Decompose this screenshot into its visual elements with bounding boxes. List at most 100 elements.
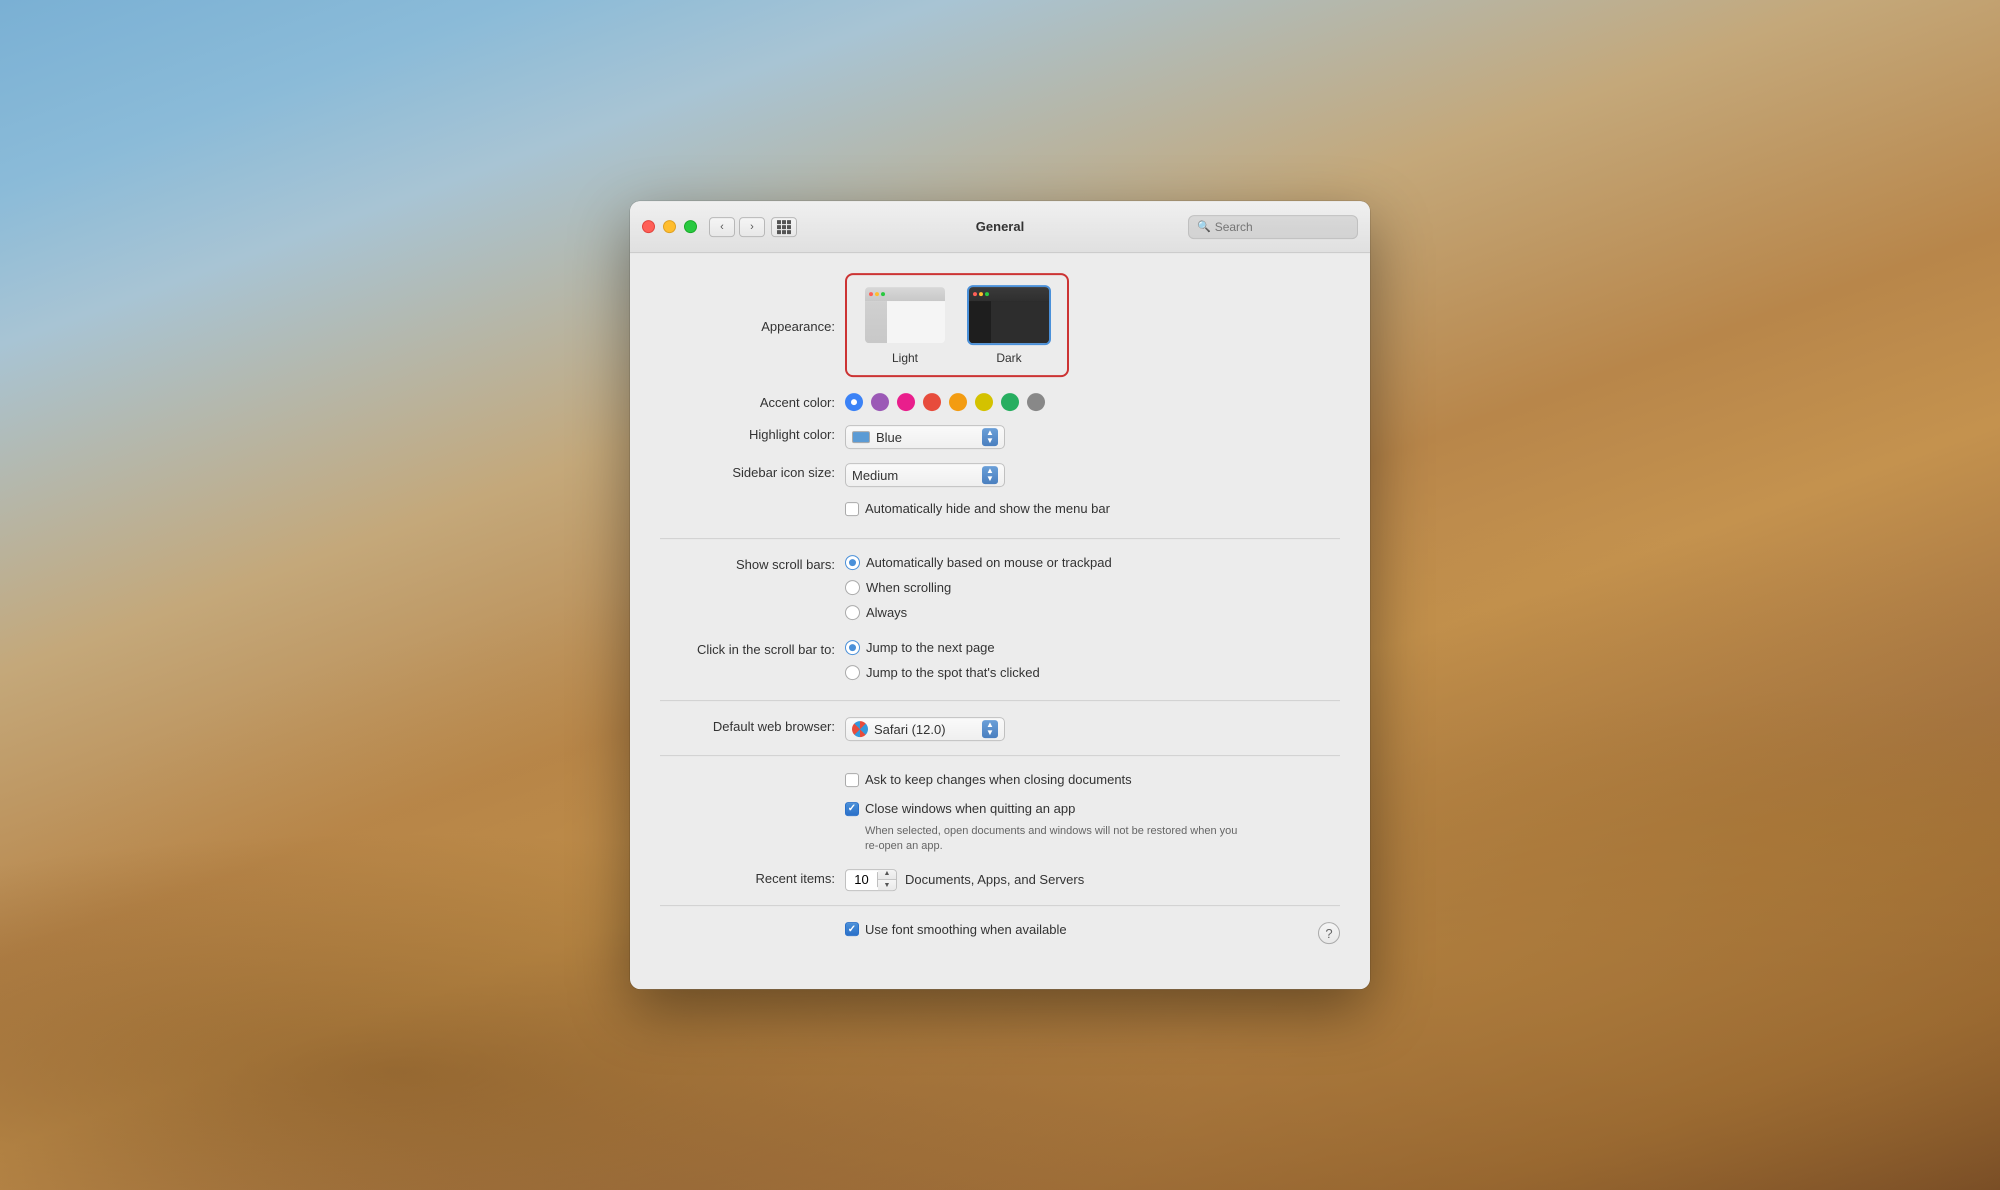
search-input[interactable] xyxy=(1215,220,1370,234)
arrow-down-icon: ▼ xyxy=(986,437,994,445)
accent-pink[interactable] xyxy=(897,393,915,411)
scroll-auto-label: Automatically based on mouse or trackpad xyxy=(866,555,1112,570)
accent-color-label: Accent color: xyxy=(660,393,845,410)
accent-graphite[interactable] xyxy=(1027,393,1045,411)
scroll-auto-radio[interactable] xyxy=(845,555,860,570)
close-windows-checkbox[interactable] xyxy=(845,802,859,816)
help-button[interactable]: ? xyxy=(1318,922,1340,944)
close-windows-label: Close windows when quitting an app xyxy=(865,801,1075,816)
search-bar[interactable]: 🔍 xyxy=(1188,215,1358,239)
ask-changes-checkbox-row: Ask to keep changes when closing documen… xyxy=(845,772,1132,787)
scroll-bars-row: Show scroll bars: Automatically based on… xyxy=(660,555,1340,626)
window-title: General xyxy=(976,219,1024,234)
appearance-option-light[interactable]: Light xyxy=(863,285,947,365)
browser-value: Safari (12.0) xyxy=(874,722,978,737)
recent-items-row: Recent items: 10 ▲ ▼ Documents, Apps, an… xyxy=(660,869,1340,891)
scroll-scrolling-radio[interactable] xyxy=(845,580,860,595)
stepper-down-button[interactable]: ▼ xyxy=(878,880,896,891)
browser-dropdown[interactable]: Safari (12.0) ▲ ▼ xyxy=(845,717,1005,741)
menu-bar-checkbox-row: Automatically hide and show the menu bar xyxy=(845,501,1110,516)
appearance-thumb-dark xyxy=(967,285,1051,345)
scroll-always-row: Always xyxy=(845,605,907,620)
arrow-down-icon: ▼ xyxy=(986,729,994,737)
scroll-click-row: Click in the scroll bar to: Jump to the … xyxy=(660,640,1340,686)
grid-button[interactable] xyxy=(771,217,797,237)
accent-red[interactable] xyxy=(923,393,941,411)
close-windows-group: Close windows when quitting an app When … xyxy=(845,801,1245,855)
grid-icon xyxy=(777,220,791,234)
sidebar-icon-size-control: Medium ▲ ▼ xyxy=(845,463,1340,487)
appearance-selector: Light xyxy=(845,273,1069,377)
scroll-spot-row: Jump to the spot that's clicked xyxy=(845,665,1040,680)
accent-orange[interactable] xyxy=(949,393,967,411)
appearance-thumb-light xyxy=(863,285,947,345)
scroll-click-control: Jump to the next page Jump to the spot t… xyxy=(845,640,1340,686)
minimize-button[interactable] xyxy=(663,220,676,233)
recent-items-control: 10 ▲ ▼ Documents, Apps, and Servers xyxy=(845,869,1340,891)
browser-label: Default web browser: xyxy=(660,717,845,734)
menu-bar-checkbox-label: Automatically hide and show the menu bar xyxy=(865,501,1110,516)
sidebar-icon-size-dropdown[interactable]: Medium ▲ ▼ xyxy=(845,463,1005,487)
traffic-lights xyxy=(642,220,697,233)
scroll-next-page-row: Jump to the next page xyxy=(845,640,995,655)
appearance-dark-label: Dark xyxy=(996,351,1021,365)
ask-changes-checkbox[interactable] xyxy=(845,773,859,787)
scroll-next-page-label: Jump to the next page xyxy=(866,640,995,655)
recent-items-value: 10 xyxy=(846,872,878,887)
menu-bar-label xyxy=(660,501,845,503)
highlight-color-swatch xyxy=(852,431,870,443)
safari-icon xyxy=(852,721,868,737)
divider-2 xyxy=(660,700,1340,701)
forward-icon: › xyxy=(750,221,754,233)
stepper-up-button[interactable]: ▲ xyxy=(878,869,896,880)
scroll-scrolling-label: When scrolling xyxy=(866,580,951,595)
scroll-spot-radio[interactable] xyxy=(845,665,860,680)
ask-changes-label: Ask to keep changes when closing documen… xyxy=(865,772,1132,787)
close-button[interactable] xyxy=(642,220,655,233)
accent-color-control xyxy=(845,393,1340,411)
appearance-label: Appearance: xyxy=(660,317,845,334)
close-windows-checkbox-row: Close windows when quitting an app xyxy=(845,801,1245,816)
scroll-next-page-radio[interactable] xyxy=(845,640,860,655)
ask-changes-row: Ask to keep changes when closing documen… xyxy=(660,772,1340,855)
scroll-bars-control: Automatically based on mouse or trackpad… xyxy=(845,555,1340,626)
font-smoothing-checkbox-row: Use font smoothing when available xyxy=(845,922,1067,937)
scroll-bars-label: Show scroll bars: xyxy=(660,555,845,572)
content-area: Appearance: xyxy=(630,253,1370,989)
highlight-color-label: Highlight color: xyxy=(660,425,845,442)
arrow-down-icon: ▼ xyxy=(986,475,994,483)
highlight-color-value: Blue xyxy=(876,430,978,445)
scroll-click-label: Click in the scroll bar to: xyxy=(660,640,845,657)
divider-1 xyxy=(660,538,1340,539)
forward-button[interactable]: › xyxy=(739,217,765,237)
nav-buttons: ‹ › xyxy=(709,217,765,237)
accent-purple[interactable] xyxy=(871,393,889,411)
accent-green[interactable] xyxy=(1001,393,1019,411)
back-button[interactable]: ‹ xyxy=(709,217,735,237)
accent-yellow[interactable] xyxy=(975,393,993,411)
menu-bar-control: Automatically hide and show the menu bar xyxy=(845,501,1340,524)
sidebar-icon-size-row: Sidebar icon size: Medium ▲ ▼ xyxy=(660,463,1340,487)
stepper-buttons: ▲ ▼ xyxy=(878,869,896,891)
highlight-color-control: Blue ▲ ▼ xyxy=(845,425,1340,449)
close-windows-note: When selected, open documents and window… xyxy=(865,824,1245,855)
font-smoothing-control: Use font smoothing when available ? xyxy=(845,922,1340,945)
divider-4 xyxy=(660,905,1340,906)
divider-3 xyxy=(660,755,1340,756)
appearance-option-dark[interactable]: Dark xyxy=(967,285,1051,365)
titlebar: ‹ › General 🔍 xyxy=(630,201,1370,253)
menu-bar-checkbox[interactable] xyxy=(845,502,859,516)
scroll-always-radio[interactable] xyxy=(845,605,860,620)
accent-blue[interactable] xyxy=(845,393,863,411)
recent-items-suffix: Documents, Apps, and Servers xyxy=(905,872,1084,887)
scroll-always-label: Always xyxy=(866,605,907,620)
sidebar-size-arrows: ▲ ▼ xyxy=(982,466,998,484)
maximize-button[interactable] xyxy=(684,220,697,233)
appearance-light-label: Light xyxy=(892,351,918,365)
recent-items-stepper[interactable]: 10 ▲ ▼ xyxy=(845,869,897,891)
back-icon: ‹ xyxy=(720,221,724,233)
font-smoothing-row: Use font smoothing when available ? xyxy=(660,922,1340,945)
preferences-window: ‹ › General 🔍 Appearance: xyxy=(630,201,1370,989)
font-smoothing-checkbox[interactable] xyxy=(845,922,859,936)
highlight-color-dropdown[interactable]: Blue ▲ ▼ xyxy=(845,425,1005,449)
